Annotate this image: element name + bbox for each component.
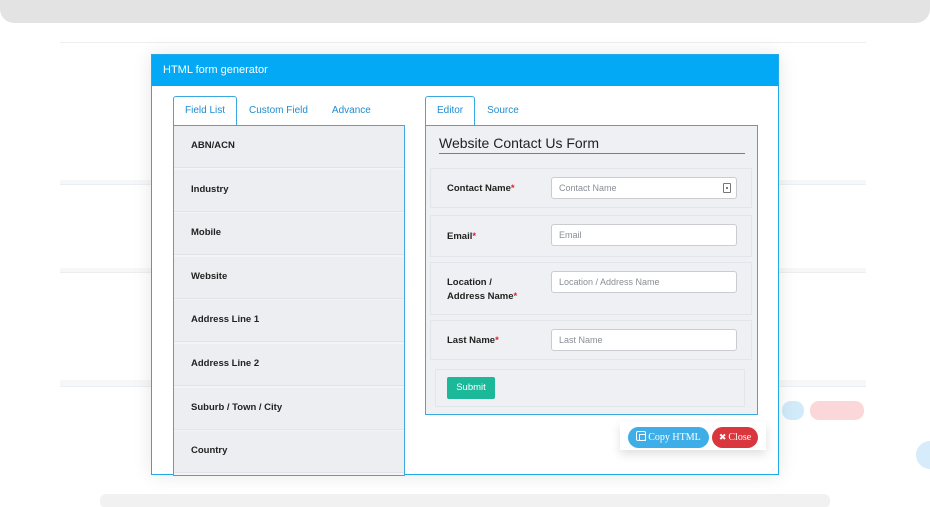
- tab-source[interactable]: Source: [475, 96, 531, 126]
- field-item-suburb[interactable]: Suburb / Town / City: [174, 387, 404, 430]
- copy-icon: [636, 431, 647, 441]
- top-bar: [0, 0, 930, 23]
- right-tabs: Editor Source: [425, 96, 531, 126]
- tab-custom-field[interactable]: Custom Field: [237, 96, 320, 126]
- field-item-address-line-1[interactable]: Address Line 1: [174, 300, 404, 343]
- copy-html-button[interactable]: Copy HTML: [628, 427, 709, 448]
- field-label: Email*: [447, 231, 477, 242]
- field-item-address-line-2[interactable]: Address Line 2: [174, 343, 404, 386]
- last-name-input[interactable]: Last Name: [551, 329, 737, 351]
- form-row-contact-name[interactable]: Contact Name* Contact Name: [430, 168, 752, 208]
- tab-field-list[interactable]: Field List: [173, 96, 238, 125]
- html-form-generator-modal: HTML form generator Field List Custom Fi…: [151, 54, 779, 476]
- tab-editor[interactable]: Editor: [425, 96, 476, 125]
- form-row-email[interactable]: Email* Email: [430, 215, 752, 257]
- submit-row: Submit: [435, 369, 745, 407]
- form-row-last-name[interactable]: Last Name* Last Name: [430, 320, 752, 360]
- form-row-location[interactable]: Location / Address Name* Location / Addr…: [430, 262, 752, 315]
- field-item-website[interactable]: Website: [174, 256, 404, 299]
- close-button[interactable]: ✖ Close: [712, 427, 758, 448]
- modal-title: HTML form generator: [152, 55, 778, 86]
- email-input[interactable]: Email: [551, 224, 737, 246]
- field-item-industry[interactable]: Industry: [174, 169, 404, 212]
- editor-pane: Website Contact Us Form Contact Name* Co…: [425, 125, 758, 415]
- tab-advance[interactable]: Advance: [320, 96, 383, 126]
- background-button: [782, 401, 804, 420]
- background-button: [810, 401, 864, 420]
- contact-card-icon: [723, 183, 731, 193]
- form-title[interactable]: Website Contact Us Form: [439, 135, 745, 154]
- bottom-shadow: [100, 494, 830, 507]
- contact-name-input[interactable]: Contact Name: [551, 177, 737, 199]
- field-label: Contact Name*: [447, 183, 515, 194]
- submit-button[interactable]: Submit: [447, 377, 495, 399]
- left-tabs: Field List Custom Field Advance: [173, 96, 383, 126]
- background-fab: [916, 441, 930, 469]
- field-item-mobile[interactable]: Mobile: [174, 213, 404, 256]
- field-list-pane: ABN/ACN Industry Mobile Website Address …: [173, 125, 405, 476]
- location-input[interactable]: Location / Address Name: [551, 271, 737, 293]
- close-x-icon: ✖: [718, 433, 727, 443]
- field-label: Location / Address Name*: [447, 277, 518, 302]
- field-item-country[interactable]: Country: [174, 431, 404, 474]
- field-item-abn-acn[interactable]: ABN/ACN: [174, 126, 404, 168]
- field-label: Last Name*: [447, 335, 499, 346]
